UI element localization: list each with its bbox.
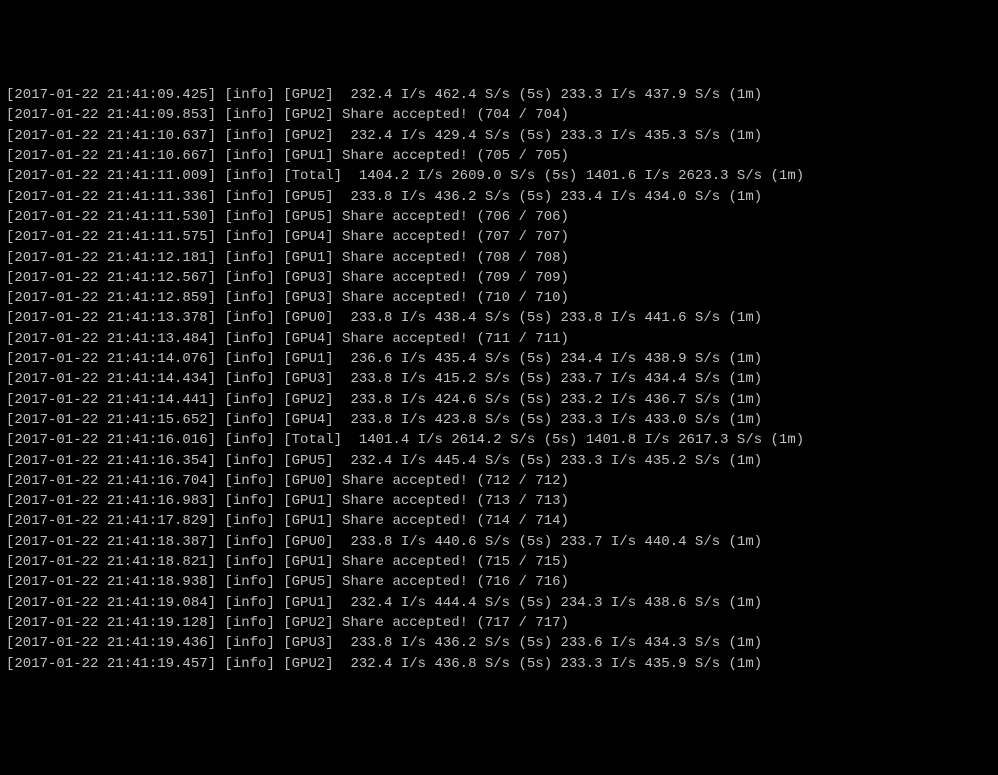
log-line: [2017-01-22 21:41:18.821] [info] [GPU1] … xyxy=(6,552,992,572)
log-line: [2017-01-22 21:41:09.425] [info] [GPU2] … xyxy=(6,85,992,105)
log-line: [2017-01-22 21:41:14.076] [info] [GPU1] … xyxy=(6,349,992,369)
log-line: [2017-01-22 21:41:18.387] [info] [GPU0] … xyxy=(6,532,992,552)
log-line: [2017-01-22 21:41:14.434] [info] [GPU3] … xyxy=(6,369,992,389)
log-line: [2017-01-22 21:41:09.853] [info] [GPU2] … xyxy=(6,105,992,125)
log-line: [2017-01-22 21:41:19.084] [info] [GPU1] … xyxy=(6,593,992,613)
log-line: [2017-01-22 21:41:13.378] [info] [GPU0] … xyxy=(6,308,992,328)
log-line: [2017-01-22 21:41:11.009] [info] [Total]… xyxy=(6,166,992,186)
log-line: [2017-01-22 21:41:16.354] [info] [GPU5] … xyxy=(6,451,992,471)
log-line: [2017-01-22 21:41:18.938] [info] [GPU5] … xyxy=(6,572,992,592)
log-line: [2017-01-22 21:41:15.652] [info] [GPU4] … xyxy=(6,410,992,430)
log-line: [2017-01-22 21:41:19.457] [info] [GPU2] … xyxy=(6,654,992,674)
log-line: [2017-01-22 21:41:16.016] [info] [Total]… xyxy=(6,430,992,450)
log-line: [2017-01-22 21:41:12.859] [info] [GPU3] … xyxy=(6,288,992,308)
log-line: [2017-01-22 21:41:13.484] [info] [GPU4] … xyxy=(6,329,992,349)
terminal-output: [2017-01-22 21:41:09.425] [info] [GPU2] … xyxy=(6,85,992,674)
log-line: [2017-01-22 21:41:12.181] [info] [GPU1] … xyxy=(6,248,992,268)
log-line: [2017-01-22 21:41:11.530] [info] [GPU5] … xyxy=(6,207,992,227)
log-line: [2017-01-22 21:41:19.128] [info] [GPU2] … xyxy=(6,613,992,633)
log-line: [2017-01-22 21:41:10.667] [info] [GPU1] … xyxy=(6,146,992,166)
log-line: [2017-01-22 21:41:17.829] [info] [GPU1] … xyxy=(6,511,992,531)
log-line: [2017-01-22 21:41:14.441] [info] [GPU2] … xyxy=(6,390,992,410)
log-line: [2017-01-22 21:41:19.436] [info] [GPU3] … xyxy=(6,633,992,653)
log-line: [2017-01-22 21:41:11.575] [info] [GPU4] … xyxy=(6,227,992,247)
log-line: [2017-01-22 21:41:11.336] [info] [GPU5] … xyxy=(6,187,992,207)
log-line: [2017-01-22 21:41:16.704] [info] [GPU0] … xyxy=(6,471,992,491)
log-line: [2017-01-22 21:41:12.567] [info] [GPU3] … xyxy=(6,268,992,288)
log-line: [2017-01-22 21:41:10.637] [info] [GPU2] … xyxy=(6,126,992,146)
log-line: [2017-01-22 21:41:16.983] [info] [GPU1] … xyxy=(6,491,992,511)
